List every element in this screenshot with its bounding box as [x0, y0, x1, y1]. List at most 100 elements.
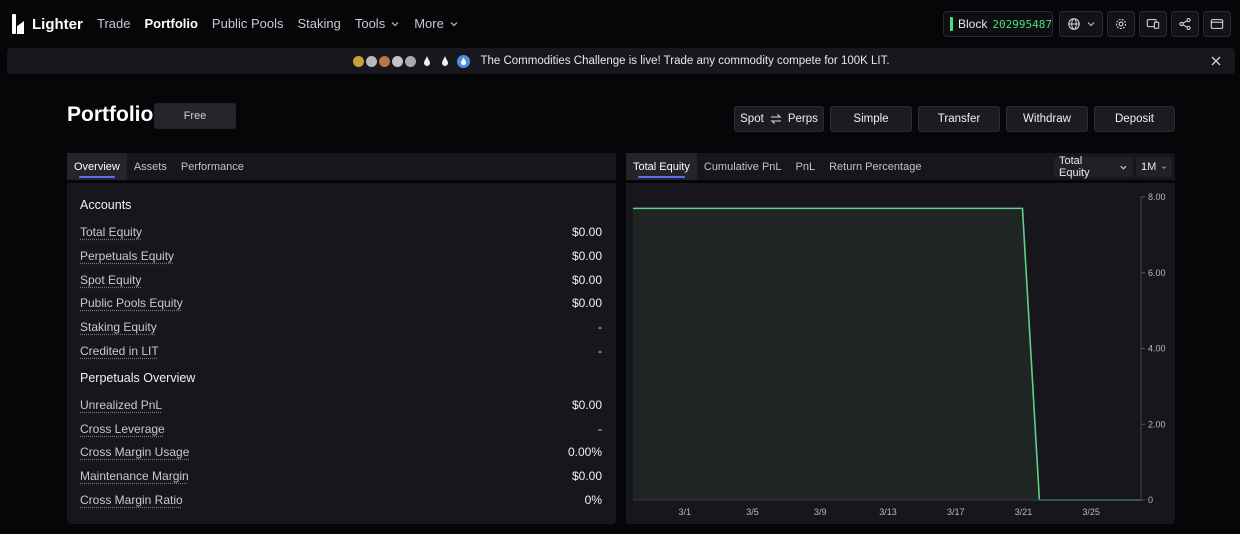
spot-equity-value: $0.00: [571, 273, 602, 287]
chevron-down-icon: [391, 21, 399, 26]
public-pools-equity-label[interactable]: Public Pools Equity: [80, 296, 183, 310]
share-icon: [1179, 17, 1191, 31]
x-tick-label: 3/5: [746, 507, 759, 517]
wallet-icon: [1210, 19, 1224, 29]
cross-margin-usage-label[interactable]: Cross Margin Usage: [80, 445, 189, 459]
tab-total-equity[interactable]: Total Equity: [626, 153, 697, 180]
settings-icon: [1115, 18, 1127, 30]
announcement-banner: The Commodities Challenge is live! Trade…: [7, 48, 1235, 74]
block-label: Block: [958, 17, 988, 31]
nav-item-public-pools[interactable]: Public Pools: [212, 16, 284, 31]
nav-item-tools[interactable]: Tools: [355, 16, 400, 31]
cross-leverage-label[interactable]: Cross Leverage: [80, 422, 165, 436]
x-tick-label: 3/13: [879, 507, 897, 517]
devices-button[interactable]: [1139, 11, 1167, 37]
chart-panel: 0 2.00 4.00 6.00 8.00 3/1 3/5 3/9 3/13 3/17 3/21 3/…: [626, 183, 1175, 524]
x-tick-label: 3/1: [679, 507, 692, 517]
coin-copper-icon: [378, 54, 392, 68]
tab-overview[interactable]: Overview: [67, 153, 127, 180]
maintenance-margin-value: $0.00: [571, 469, 602, 483]
unrealized-pnl-label[interactable]: Unrealized PnL: [80, 398, 162, 412]
banner-text: The Commodities Challenge is live! Trade…: [480, 55, 890, 67]
spot-perps-toggle[interactable]: Spot Perps: [734, 106, 824, 132]
wallet-button[interactable]: [1203, 11, 1231, 37]
x-tick-label: 3/21: [1015, 507, 1033, 517]
cross-margin-ratio-label[interactable]: Cross Margin Ratio: [80, 493, 183, 507]
tab-assets[interactable]: Assets: [127, 153, 174, 180]
drop-icon: [442, 56, 449, 66]
chevron-down-icon: [1120, 165, 1127, 170]
unrealized-pnl-value: $0.00: [571, 398, 602, 412]
top-navigation-bar: Lighter Trade Portfolio Public Pools Sta…: [0, 0, 1240, 48]
y-tick-label: 8.00: [1148, 192, 1166, 202]
chevron-down-icon: [450, 21, 458, 26]
overview-panel: Accounts Total Equity $0.00 Perpetuals E…: [67, 183, 616, 524]
coin-platinum-icon: [391, 54, 405, 68]
logo[interactable]: Lighter: [12, 14, 83, 34]
nav-item-more[interactable]: More: [414, 16, 459, 31]
logo-text: Lighter: [32, 15, 83, 33]
swap-arrows-icon: [770, 114, 782, 124]
cross-margin-usage-value: 0.00%: [567, 445, 602, 459]
block-indicator[interactable]: Block 202995487: [943, 11, 1053, 37]
chevron-down-icon: [1087, 22, 1094, 27]
water-drop-icon: [457, 54, 471, 68]
tab-cumulative-pnl[interactable]: Cumulative PnL: [697, 153, 789, 180]
nav-item-trade[interactable]: Trade: [97, 16, 130, 31]
range-dropdown-value: 1M: [1141, 161, 1157, 173]
page-title: Portfolio: [67, 103, 154, 126]
y-tick-label: 2.00: [1148, 419, 1166, 429]
total-equity-label[interactable]: Total Equity: [80, 225, 142, 239]
range-dropdown[interactable]: 1M: [1136, 157, 1172, 177]
devices-icon: [1146, 19, 1160, 29]
nav-label: More: [414, 16, 444, 31]
nav-label: Portfolio: [144, 16, 198, 31]
perpetuals-equity-label[interactable]: Perpetuals Equity: [80, 249, 174, 263]
tab-performance[interactable]: Performance: [174, 153, 251, 180]
deposit-button[interactable]: Deposit: [1094, 106, 1175, 132]
tab-pnl[interactable]: PnL: [789, 153, 823, 180]
block-number: 202995487: [992, 17, 1052, 31]
transfer-button[interactable]: Transfer: [918, 106, 1000, 132]
fee-tier-badge: Free: [154, 103, 236, 129]
maintenance-margin-label[interactable]: Maintenance Margin: [80, 469, 189, 483]
nav-item-staking[interactable]: Staking: [297, 16, 340, 31]
public-pools-equity-value: $0.00: [571, 296, 602, 310]
lighter-logo-icon: [12, 14, 26, 34]
language-button[interactable]: [1059, 11, 1103, 37]
settings-button[interactable]: [1107, 11, 1135, 37]
tab-return-percentage[interactable]: Return Percentage: [822, 153, 928, 180]
x-tick-label: 3/17: [947, 507, 965, 517]
nav-label: Staking: [297, 16, 341, 31]
chevron-down-icon: [1162, 165, 1167, 169]
credited-in-lit-label[interactable]: Credited in LIT: [80, 344, 159, 358]
portfolio-tabs: Overview Assets Performance: [67, 153, 616, 180]
globe-icon: [1067, 18, 1080, 30]
y-tick-label: 4.00: [1148, 344, 1166, 354]
perpetuals-overview-title: Perpetuals Overview: [80, 371, 196, 385]
x-tick-label: 3/9: [814, 507, 827, 517]
accounts-title: Accounts: [80, 198, 132, 212]
main-nav: Trade Portfolio Public Pools Staking Too…: [97, 16, 473, 31]
perps-label: Perps: [787, 113, 818, 125]
nav-item-portfolio[interactable]: Portfolio: [144, 16, 197, 31]
spot-equity-label[interactable]: Spot Equity: [80, 273, 141, 287]
nav-label: Tools: [354, 16, 386, 31]
share-button[interactable]: [1171, 11, 1199, 37]
nav-label: Public Pools: [211, 16, 284, 31]
coin-silver-icon: [365, 54, 379, 68]
total-equity-value: $0.00: [571, 225, 602, 239]
withdraw-button[interactable]: Withdraw: [1006, 106, 1088, 132]
status-dot-icon: [950, 17, 953, 31]
total-equity-chart[interactable]: 0 2.00 4.00 6.00 8.00 3/1 3/5 3/9 3/13 3/17 3/21 3/…: [626, 183, 1175, 524]
cross-margin-ratio-value: 0%: [584, 493, 602, 507]
close-icon[interactable]: [1209, 54, 1223, 68]
simple-button[interactable]: Simple: [830, 106, 912, 132]
coin-palladium-icon: [404, 54, 418, 68]
staking-equity-label[interactable]: Staking Equity: [80, 320, 157, 334]
metric-dropdown[interactable]: Total Equity: [1054, 155, 1133, 179]
drop-icon: [424, 56, 431, 66]
credited-in-lit-value: -: [598, 344, 602, 358]
cross-leverage-value: -: [598, 422, 602, 436]
y-tick-label: 6.00: [1148, 268, 1166, 278]
